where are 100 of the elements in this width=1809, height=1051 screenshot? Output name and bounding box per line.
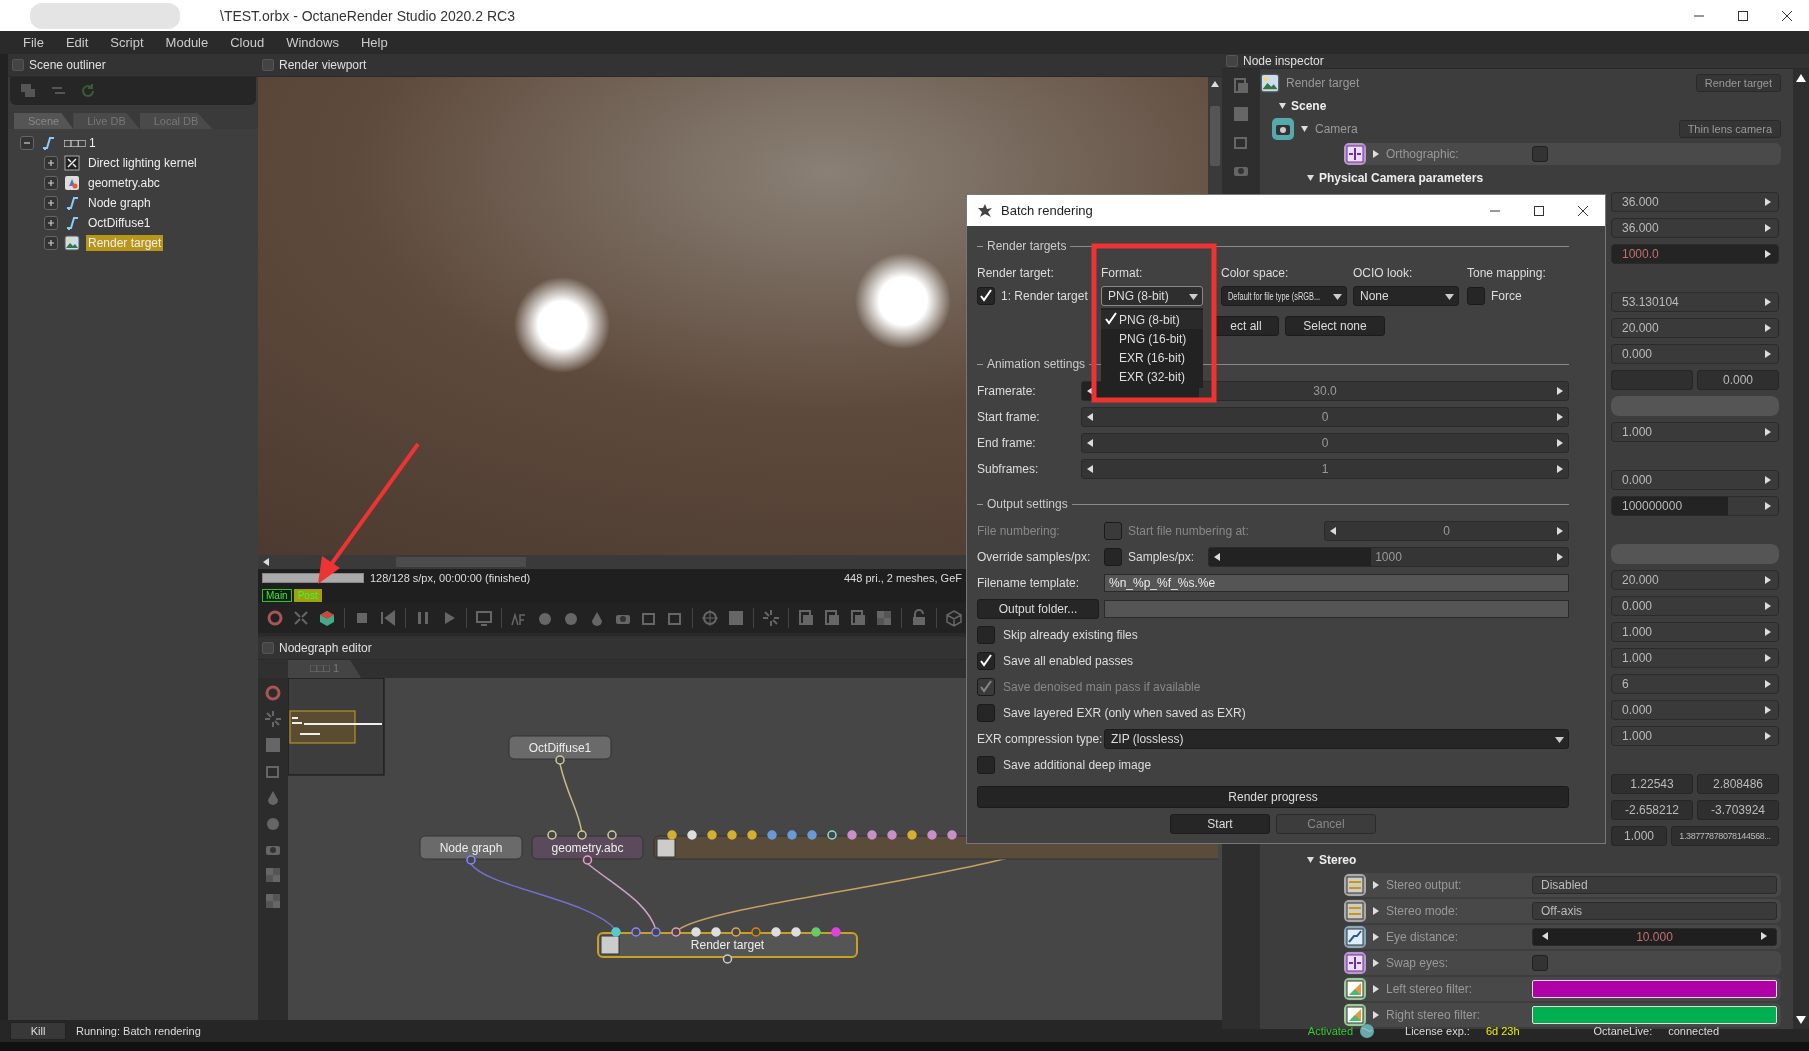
- value-field[interactable]: 0.000: [1611, 344, 1779, 364]
- format-dropdown[interactable]: PNG (8-bit): [1101, 286, 1203, 306]
- value-slider[interactable]: 1000: [1208, 547, 1569, 567]
- square-icon[interactable]: [264, 736, 282, 754]
- menu-item[interactable]: Module: [154, 35, 220, 50]
- value-field[interactable]: 1.000: [1611, 422, 1779, 442]
- value-field[interactable]: 20.000: [1611, 318, 1779, 338]
- checkbox[interactable]: [1532, 955, 1548, 971]
- node-type-button[interactable]: Thin lens camera: [1678, 120, 1781, 138]
- expand-toggle[interactable]: [44, 216, 58, 230]
- expand-toggle[interactable]: [44, 176, 58, 190]
- right-arrow-icon[interactable]: [1764, 349, 1772, 359]
- right-arrow-icon[interactable]: [1556, 386, 1564, 396]
- left-arrow-icon[interactable]: [1329, 526, 1337, 536]
- value-field[interactable]: 1.000: [1611, 726, 1779, 746]
- expand-toggle[interactable]: [44, 156, 58, 170]
- value-slider[interactable]: 10.000: [1532, 928, 1777, 946]
- right-arrow-icon[interactable]: [1764, 197, 1772, 207]
- right-arrow-icon[interactable]: [1556, 552, 1564, 562]
- value-field[interactable]: 1000.0: [1611, 244, 1779, 264]
- value-field[interactable]: 1.000: [1611, 622, 1779, 642]
- panel-checkbox[interactable]: [12, 59, 24, 71]
- menu-option[interactable]: PNG (16-bit): [1101, 329, 1203, 348]
- clipboard-icon[interactable]: [823, 609, 841, 627]
- square-icon[interactable]: [1232, 105, 1250, 123]
- checkbox[interactable]: [977, 704, 995, 722]
- panel-checkbox[interactable]: [1226, 55, 1238, 67]
- checker-icon[interactable]: [264, 892, 282, 910]
- collapse-arrow-icon[interactable]: [1306, 174, 1315, 182]
- checkbox[interactable]: [1467, 287, 1485, 305]
- gear-icon[interactable]: [266, 609, 284, 627]
- color-swatch[interactable]: [1532, 980, 1777, 998]
- clipboard-icon[interactable]: [797, 609, 815, 627]
- left-arrow-icon[interactable]: [1086, 438, 1094, 448]
- value-field[interactable]: 1.22543: [1611, 774, 1693, 794]
- square-icon[interactable]: [727, 609, 745, 627]
- dropdown[interactable]: Disabled: [1532, 876, 1777, 894]
- tree-item[interactable]: geometry.abc: [86, 175, 162, 191]
- tree-item[interactable]: OctDiffuse1: [86, 215, 153, 231]
- right-arrow-icon[interactable]: [1764, 323, 1772, 333]
- clipboard-icon[interactable]: [849, 609, 867, 627]
- right-arrow-icon[interactable]: [1764, 427, 1772, 437]
- kill-button[interactable]: Kill: [10, 1022, 66, 1040]
- cube-icon[interactable]: [318, 609, 336, 627]
- checkbox[interactable]: [977, 287, 995, 305]
- expand-arrow-icon[interactable]: [1372, 880, 1380, 890]
- scroll-up-icon[interactable]: [1795, 73, 1807, 83]
- right-arrow-icon[interactable]: [1764, 475, 1772, 485]
- expand-arrow-icon[interactable]: [1372, 984, 1380, 994]
- node-type-button[interactable]: Render target: [1695, 74, 1781, 92]
- right-arrow-icon[interactable]: [1556, 412, 1564, 422]
- menu-option[interactable]: PNG (8-bit): [1101, 310, 1203, 329]
- filename-field[interactable]: %n_%p_%f_%s.%e: [1104, 574, 1569, 592]
- select-none-button[interactable]: Select none: [1285, 316, 1385, 336]
- minimap[interactable]: [288, 678, 385, 776]
- value-field[interactable]: 2.808486: [1697, 774, 1779, 794]
- expand-arrow-icon[interactable]: [1372, 149, 1380, 159]
- number-spinbox[interactable]: 1: [1081, 459, 1569, 479]
- right-arrow-icon[interactable]: [1764, 627, 1772, 637]
- collapse-arrow-icon[interactable]: [1306, 856, 1315, 864]
- value-field[interactable]: 0.000: [1611, 596, 1779, 616]
- checkbox[interactable]: [977, 652, 995, 670]
- value-field[interactable]: 0.000: [1611, 700, 1779, 720]
- checkbox[interactable]: [1532, 146, 1548, 162]
- menu-item[interactable]: Script: [99, 35, 155, 50]
- panel-checkbox[interactable]: [262, 59, 274, 71]
- scroll-left-icon[interactable]: [262, 557, 270, 567]
- right-arrow-icon[interactable]: [1764, 679, 1772, 689]
- value-field[interactable]: -2.658212: [1611, 800, 1693, 820]
- folder-field[interactable]: [1104, 600, 1569, 618]
- right-arrow-icon[interactable]: [1556, 526, 1564, 536]
- value-slider[interactable]: 100000000: [1611, 496, 1779, 516]
- collapse-arrow-icon[interactable]: [1278, 102, 1287, 110]
- expand-arrow-icon[interactable]: [1372, 906, 1380, 916]
- right-arrow-icon[interactable]: [1556, 464, 1564, 474]
- scroll-up-icon[interactable]: [1210, 80, 1220, 88]
- left-arrow-icon[interactable]: [1541, 931, 1549, 941]
- arrows-icon[interactable]: [292, 609, 310, 627]
- value-field[interactable]: 20.000: [1611, 570, 1779, 590]
- expand-arrow-icon[interactable]: [1372, 932, 1380, 942]
- expand-toggle[interactable]: [44, 196, 58, 210]
- left-arrow-icon[interactable]: [1086, 386, 1094, 396]
- gear-icon[interactable]: [264, 684, 282, 702]
- left-arrow-icon[interactable]: [1086, 464, 1094, 474]
- menu-item[interactable]: Edit: [54, 35, 100, 50]
- number-spinbox[interactable]: 0: [1081, 407, 1569, 427]
- right-arrow-icon[interactable]: [1764, 705, 1772, 715]
- checker-icon[interactable]: [264, 866, 282, 884]
- expand-arrow-icon[interactable]: [1372, 1010, 1380, 1020]
- value-field[interactable]: 36.000: [1611, 192, 1779, 212]
- menu-item[interactable]: Help: [349, 35, 399, 50]
- checkbox[interactable]: [977, 626, 995, 644]
- box-icon[interactable]: [945, 609, 963, 627]
- value-field[interactable]: 0.000: [1611, 470, 1779, 490]
- expand-arrow-icon[interactable]: [1372, 958, 1380, 968]
- right-arrow-icon[interactable]: [1764, 249, 1772, 259]
- color-swatch[interactable]: [1532, 1006, 1777, 1024]
- right-arrow-icon[interactable]: [1556, 438, 1564, 448]
- value-field[interactable]: -3.703924: [1697, 800, 1779, 820]
- dropdown[interactable]: ZIP (lossless): [1104, 729, 1569, 749]
